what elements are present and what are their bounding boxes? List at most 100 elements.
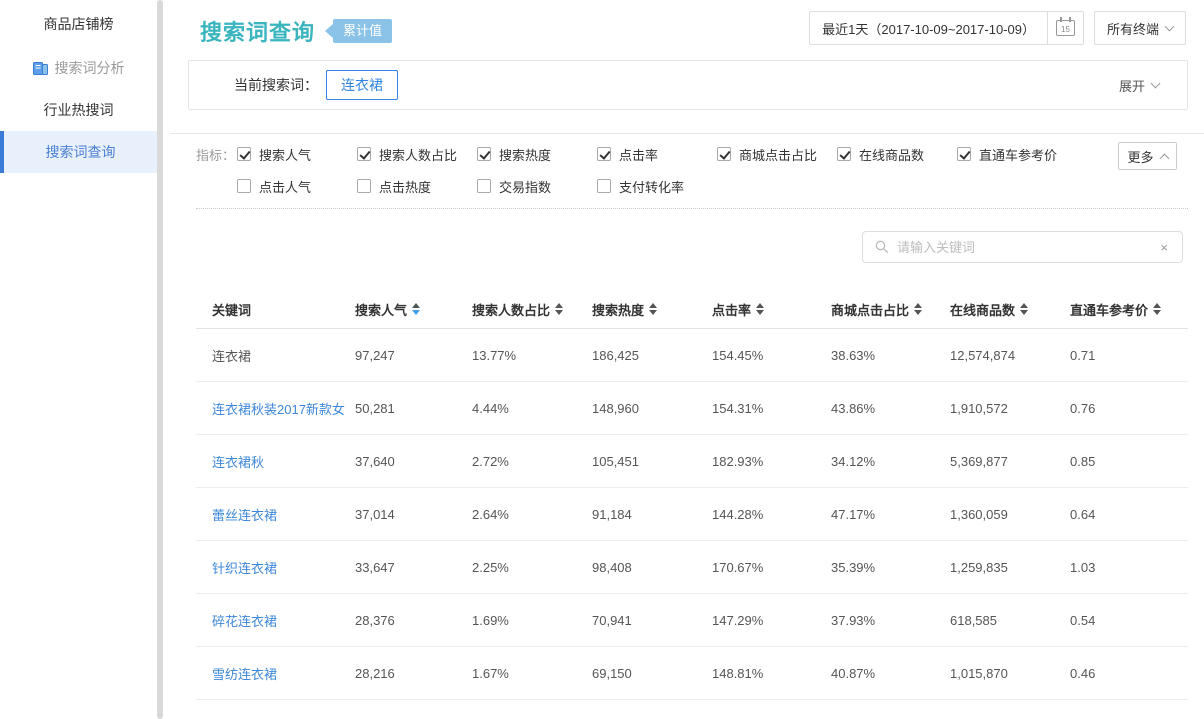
date-range-picker[interactable]: 最近1天（2017-10-09~2017-10-09） 15: [809, 11, 1084, 45]
value-cell: 13.77%: [472, 348, 592, 363]
ledger-book-icon: [33, 62, 48, 75]
date-range-label: 最近1天（2017-10-09~2017-10-09）: [810, 12, 1047, 44]
metric-label: 搜索人气: [259, 145, 311, 164]
sort-icon[interactable]: [1153, 303, 1161, 315]
expand-link[interactable]: 展开: [1119, 76, 1159, 95]
keyword-link[interactable]: 碎花连衣裙: [196, 611, 355, 630]
checkbox-checked-icon: [477, 147, 491, 161]
metric-checkbox-transaction-index[interactable]: 交易指数: [477, 177, 597, 196]
value-cell: 97,247: [355, 348, 472, 363]
sort-icon[interactable]: [649, 303, 657, 315]
metrics-label: 指标：: [196, 145, 237, 164]
value-cell: 1.67%: [472, 666, 592, 681]
keyword-link[interactable]: 针织连衣裙: [196, 558, 355, 577]
checkbox-unchecked-icon: [477, 179, 491, 193]
value-cell: 1.03: [1070, 560, 1188, 575]
column-header-search-heat[interactable]: 搜索热度: [592, 300, 712, 319]
cumulative-badge: 累计值: [325, 19, 392, 43]
value-cell: 37,640: [355, 454, 472, 469]
sidebar-item-search-word-query[interactable]: 搜索词查询: [0, 131, 157, 173]
value-cell: 12,574,874: [950, 348, 1070, 363]
chevron-down-icon: [1151, 79, 1161, 89]
metric-checkbox-click-rate[interactable]: 点击率: [597, 145, 717, 164]
table-row: 碎花连衣裙 28,376 1.69% 70,941 147.29% 37.93%…: [196, 594, 1188, 647]
section-divider: [170, 133, 1204, 134]
value-cell: 148.81%: [712, 666, 831, 681]
column-header-click-rate[interactable]: 点击率: [712, 300, 831, 319]
sidebar-item-industry-hot-words[interactable]: 行业热搜词: [0, 89, 157, 131]
metric-checkbox-ztc-reference-price[interactable]: 直通车参考价: [957, 145, 1077, 164]
metric-label: 商城点击占比: [739, 145, 817, 164]
table-row: 连衣裙秋 37,640 2.72% 105,451 182.93% 34.12%…: [196, 435, 1188, 488]
value-cell: 147.29%: [712, 613, 831, 628]
metric-checkbox-payment-conversion[interactable]: 支付转化率: [597, 177, 717, 196]
checkbox-checked-icon: [357, 147, 371, 161]
metrics-row-1: 指标： 搜索人气 搜索人数占比 搜索热度 点击率 商城点击占比 在线商品数 直通…: [196, 141, 1188, 167]
sort-icon-desc-active[interactable]: [412, 303, 420, 315]
checkbox-checked-icon: [837, 147, 851, 161]
value-cell: 1,910,572: [950, 401, 1070, 416]
metric-label: 交易指数: [499, 177, 551, 196]
keyword-search-input[interactable]: [897, 240, 1158, 255]
metric-checkbox-search-user-ratio[interactable]: 搜索人数占比: [357, 145, 477, 164]
keyword-link[interactable]: 蕾丝连衣裙: [196, 505, 355, 524]
calendar-button[interactable]: 15: [1047, 12, 1083, 44]
current-keyword-tag[interactable]: 连衣裙: [326, 70, 398, 100]
metric-label: 搜索热度: [499, 145, 551, 164]
keyword-cell: 连衣裙: [196, 346, 355, 365]
metric-checkbox-search-heat[interactable]: 搜索热度: [477, 145, 597, 164]
value-cell: 0.71: [1070, 348, 1188, 363]
table-header-row: 关键词 搜索人气 搜索人数占比 搜索热度 点击率 商城点击占比 在线商品数 直通…: [196, 290, 1188, 329]
value-cell: 98,408: [592, 560, 712, 575]
value-cell: 186,425: [592, 348, 712, 363]
value-cell: 40.87%: [831, 666, 950, 681]
sort-icon[interactable]: [555, 303, 563, 315]
chevron-up-icon: [1159, 153, 1169, 163]
column-header-keyword: 关键词: [196, 300, 355, 319]
clear-input-icon[interactable]: ×: [1158, 240, 1170, 255]
value-cell: 33,647: [355, 560, 472, 575]
more-button[interactable]: 更多: [1118, 142, 1177, 170]
sort-icon[interactable]: [914, 303, 922, 315]
keyword-search-box: ×: [862, 231, 1183, 263]
column-header-search-user-ratio[interactable]: 搜索人数占比: [472, 300, 592, 319]
column-header-mall-click-ratio[interactable]: 商城点击占比: [831, 300, 950, 319]
keyword-link[interactable]: 连衣裙秋: [196, 452, 355, 471]
keyword-link[interactable]: 连衣裙秋装2017新款女: [196, 399, 355, 418]
terminal-select-value: 所有终端: [1107, 19, 1159, 38]
metric-label: 直通车参考价: [979, 145, 1057, 164]
metrics-row-2: 点击人气 点击热度 交易指数 支付转化率: [237, 173, 1188, 199]
sidebar-item-product-shop-ranking[interactable]: 商品店铺榜: [0, 3, 157, 45]
chevron-down-icon: [1165, 22, 1175, 32]
value-cell: 47.17%: [831, 507, 950, 522]
value-cell: 1,360,059: [950, 507, 1070, 522]
metric-checkbox-online-products[interactable]: 在线商品数: [837, 145, 957, 164]
value-cell: 2.64%: [472, 507, 592, 522]
value-cell: 1,015,870: [950, 666, 1070, 681]
dotted-divider: [196, 208, 1188, 209]
value-cell: 144.28%: [712, 507, 831, 522]
column-header-ztc-reference-price[interactable]: 直通车参考价: [1070, 300, 1188, 319]
page-title-row: 搜索词查询 累计值: [200, 15, 392, 47]
sidebar-group-search-word-analysis[interactable]: 搜索词分析: [0, 47, 157, 89]
value-cell: 34.12%: [831, 454, 950, 469]
metric-checkbox-click-popularity[interactable]: 点击人气: [237, 177, 357, 196]
checkbox-checked-icon: [957, 147, 971, 161]
terminal-select[interactable]: 所有终端: [1094, 11, 1186, 45]
metric-checkbox-search-popularity[interactable]: 搜索人气: [237, 145, 357, 164]
value-cell: 1,259,835: [950, 560, 1070, 575]
value-cell: 0.64: [1070, 507, 1188, 522]
value-cell: 154.31%: [712, 401, 831, 416]
metric-checkbox-click-heat[interactable]: 点击热度: [357, 177, 477, 196]
column-header-search-popularity[interactable]: 搜索人气: [355, 300, 472, 319]
keyword-link[interactable]: 雪纺连衣裙: [196, 664, 355, 683]
value-cell: 105,451: [592, 454, 712, 469]
sidebar-group-label: 搜索词分析: [55, 58, 125, 78]
metric-label: 点击热度: [379, 177, 431, 196]
column-header-online-products[interactable]: 在线商品数: [950, 300, 1070, 319]
value-cell: 5,369,877: [950, 454, 1070, 469]
sort-icon[interactable]: [756, 303, 764, 315]
value-cell: 28,376: [355, 613, 472, 628]
sort-icon[interactable]: [1020, 303, 1028, 315]
metric-checkbox-mall-click-ratio[interactable]: 商城点击占比: [717, 145, 837, 164]
